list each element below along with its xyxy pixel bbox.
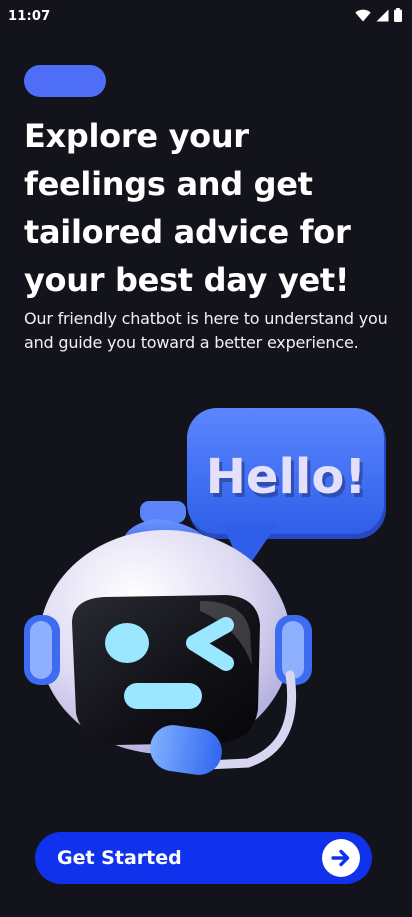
get-started-label: Get Started	[57, 847, 182, 869]
cell-signal-icon	[376, 9, 389, 22]
robot-mouth	[124, 683, 202, 709]
get-started-button[interactable]: Get Started	[35, 832, 372, 884]
status-time: 11:07	[8, 9, 51, 24]
headline: Explore your feelings and get tailored a…	[24, 117, 351, 299]
decorative-pill	[24, 65, 106, 97]
wifi-icon	[355, 9, 371, 22]
status-icons	[355, 8, 402, 22]
robot-chatbot-illustration: Hello! Hello!	[0, 395, 412, 795]
bubble-text: Hello!	[206, 449, 367, 505]
subtitle: Our friendly chatbot is here to understa…	[24, 309, 388, 352]
status-bar: 11:07	[0, 0, 412, 34]
robot-chatbot-icon: Hello! Hello!	[24, 408, 386, 775]
battery-icon	[394, 8, 402, 22]
arrow-right-icon	[322, 839, 360, 877]
